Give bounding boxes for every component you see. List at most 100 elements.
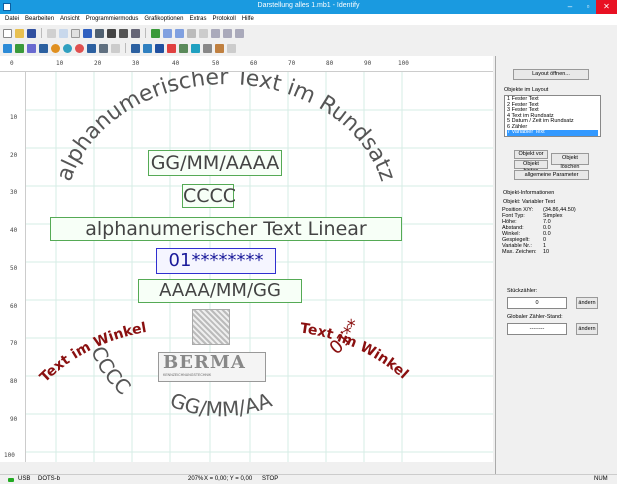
- piece-counter-change-button[interactable]: ändern: [576, 297, 598, 309]
- global-counter-change-button[interactable]: ändern: [576, 323, 598, 335]
- minimize-icon[interactable]: –: [560, 0, 580, 14]
- ruler-label: 80: [10, 378, 18, 385]
- berma-logo[interactable]: BERMA KENNZEICHNUNGSTECHNIK: [158, 352, 266, 382]
- barcode-icon[interactable]: [151, 28, 160, 38]
- group-icon[interactable]: [211, 28, 220, 38]
- ungroup-icon[interactable]: [223, 28, 232, 38]
- menu-bar: Datei Bearbeiten Ansicht Programmiermodu…: [0, 14, 617, 25]
- objects-listbox[interactable]: 1 Fester Text 2 Fester Text 3 Fester Tex…: [504, 95, 601, 137]
- date-tool-icon[interactable]: [107, 28, 116, 38]
- num-lock: NUM: [594, 476, 608, 482]
- date-text-1[interactable]: GG/MM/AAAA: [148, 150, 282, 176]
- close-icon[interactable]: ✕: [596, 0, 617, 14]
- abc-text-icon[interactable]: [3, 43, 12, 53]
- copy-icon[interactable]: [47, 28, 56, 38]
- object-delete-button[interactable]: Objekt löschen: [551, 153, 589, 170]
- align-right-icon[interactable]: [187, 28, 196, 38]
- linear-text[interactable]: alphanumerischer Text Linear: [50, 217, 402, 241]
- window-title: Darstellung alles 1.mb1 - Identify: [257, 2, 360, 9]
- variable-text-selected[interactable]: 01********: [156, 248, 276, 274]
- piece-counter-field[interactable]: 0: [507, 297, 567, 309]
- new-file-icon[interactable]: [3, 28, 12, 38]
- logo-text: BERMA: [163, 352, 246, 373]
- ruler-label: 20: [10, 152, 18, 159]
- globe-icon[interactable]: [63, 43, 72, 53]
- bmp-icon[interactable]: [131, 43, 140, 53]
- device-label: DOTS-b: [38, 476, 61, 482]
- arc-tool-icon[interactable]: [131, 28, 140, 38]
- menu-protokoll[interactable]: Protokoll: [209, 14, 238, 25]
- save-icon[interactable]: [27, 28, 36, 38]
- menu-datei[interactable]: Datei: [2, 14, 22, 25]
- ruler-label: 80: [326, 60, 334, 67]
- arc-text-icon[interactable]: [27, 43, 36, 53]
- paste-icon[interactable]: [59, 28, 68, 38]
- logo-subtext: KENNZEICHNUNGSTECHNIK: [163, 373, 212, 377]
- menu-grafikoptionen[interactable]: Grafikoptionen: [141, 14, 186, 25]
- settings-icon[interactable]: [215, 43, 224, 53]
- ellipse-icon[interactable]: [179, 43, 188, 53]
- toolbar-main: [0, 26, 617, 40]
- list-item-selected[interactable]: 7 Variabler Text: [507, 129, 598, 136]
- object-back-button[interactable]: Objekt hinten: [514, 160, 548, 174]
- ruler-label: 50: [10, 265, 18, 272]
- ruler-horizontal: 0 10 20 30 40 50 60 70 80 90 100: [0, 56, 493, 72]
- object-forward-button[interactable]: Objekt vor: [514, 150, 548, 159]
- coords-readout: X = 0,00; Y = 0,00: [204, 476, 253, 482]
- menu-extras[interactable]: Extras: [186, 14, 209, 25]
- menu-programmiermodus[interactable]: Programmiermodus: [83, 14, 142, 25]
- print-icon[interactable]: [235, 28, 244, 38]
- fixed-text-icon[interactable]: [15, 43, 24, 53]
- info-label: Objekt-Informationen: [503, 190, 555, 196]
- menu-ansicht[interactable]: Ansicht: [57, 14, 83, 25]
- date-text-2[interactable]: AAAA/MM/GG: [138, 279, 302, 303]
- layout-canvas[interactable]: alphanumerischer Text im Rundsatz Text i…: [26, 72, 493, 462]
- ruler-label: 30: [10, 189, 18, 196]
- ruler-label: 70: [10, 340, 18, 347]
- menu-bearbeiten[interactable]: Bearbeiten: [22, 14, 57, 25]
- cut-icon[interactable]: [71, 28, 80, 38]
- ruler-label: 60: [10, 303, 18, 310]
- barcode2-icon[interactable]: [111, 43, 120, 53]
- counter-tool-icon[interactable]: [119, 28, 128, 38]
- open-folder-icon[interactable]: [15, 28, 24, 38]
- rect-icon[interactable]: [167, 43, 176, 53]
- layout-open-button[interactable]: Layout öffnen...: [513, 69, 589, 80]
- arrow-icon[interactable]: [191, 43, 200, 53]
- grid-icon[interactable]: [99, 43, 108, 53]
- ruler-label: 10: [56, 60, 64, 67]
- info-object: Objekt: Variabler Text: [503, 199, 556, 205]
- status-bar: USB DOTS-b 207% X = 0,00; Y = 0,00 STOP …: [0, 474, 617, 484]
- global-counter-field[interactable]: --------: [507, 323, 567, 335]
- clock-icon[interactable]: [51, 43, 60, 53]
- arc-date3[interactable]: GG/MM/AA: [167, 388, 275, 422]
- ruler-label: 90: [10, 416, 18, 423]
- right-panel: Layout öffnen... Objekte im Layout 1 Fes…: [495, 56, 617, 474]
- ruler-label: 70: [288, 60, 296, 67]
- variable-icon[interactable]: [39, 43, 48, 53]
- align-center-icon[interactable]: [175, 28, 184, 38]
- menu-hilfe[interactable]: Hilfe: [239, 14, 257, 25]
- datamatrix-icon[interactable]: [155, 43, 164, 53]
- person-icon[interactable]: [227, 43, 236, 53]
- piece-counter-label: Stückzähler:: [507, 288, 538, 294]
- ruler-label: 100: [398, 60, 409, 67]
- text-tool-icon[interactable]: [83, 28, 92, 38]
- usb-label: USB: [18, 476, 31, 482]
- pause-icon[interactable]: [203, 43, 212, 53]
- var-counter-icon[interactable]: [87, 43, 96, 53]
- title-bar: Darstellung alles 1.mb1 - Identify – ▫ ✕: [0, 0, 617, 14]
- counter-icon[interactable]: [75, 43, 84, 53]
- cccc-text[interactable]: CCCC: [182, 184, 236, 208]
- zoom-level: 207%: [188, 476, 204, 482]
- logo-icon[interactable]: [143, 43, 152, 53]
- ruler-label: 40: [172, 60, 180, 67]
- datamatrix-code[interactable]: [192, 309, 230, 345]
- toolbar-objects: [0, 41, 617, 55]
- info-value: 10: [543, 249, 550, 255]
- align-left-icon[interactable]: [163, 28, 172, 38]
- maximize-icon[interactable]: ▫: [578, 0, 598, 14]
- layer-icon[interactable]: [199, 28, 208, 38]
- image-tool-icon[interactable]: [95, 28, 104, 38]
- general-params-button[interactable]: allgemeine Parameter: [514, 170, 589, 180]
